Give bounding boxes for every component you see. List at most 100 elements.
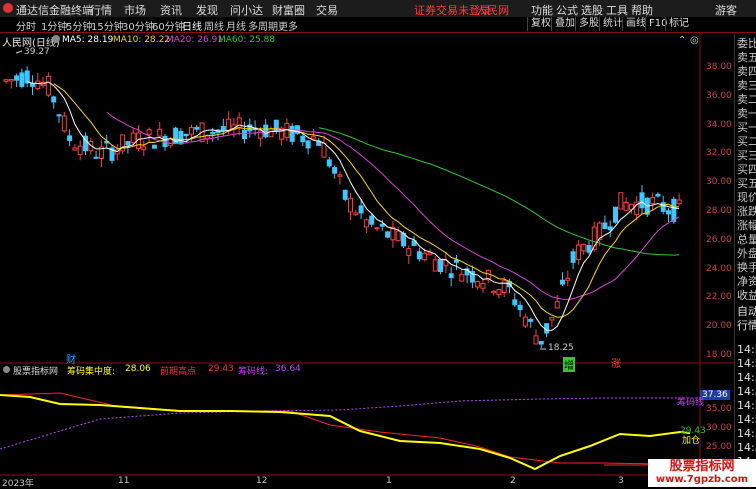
candle-body [178,130,184,145]
event-marker-zhang[interactable]: 涨 [611,355,621,370]
candle-body [544,323,550,334]
period-60min[interactable]: 60分钟 [152,18,185,33]
period-fenshi[interactable]: 分时 [16,18,36,33]
candle-body [575,244,581,261]
candle-body [427,252,433,256]
candle-body [326,159,332,167]
candle-body [72,147,78,151]
candle-body [263,124,269,138]
period-30min[interactable]: 30分钟 [122,18,155,33]
high-marker-line [15,50,23,54]
menu-gongju[interactable]: 工具 [606,2,628,18]
add-position-tag: 加仓 [682,436,701,446]
quote-side-panel: 委比 卖五 卖四 卖三 卖二 卖一 买一 买二 买三 买四 买五 现价 涨跌 涨幅 总量 外盘 换手 净资 收益 自动… [734,33,756,482]
duogu-button[interactable]: 多股 [575,17,602,31]
menu-bangzhu[interactable]: 帮助 [631,2,653,18]
candle-body [45,75,51,96]
candle-body [358,205,364,214]
concentration-label: 筹码集中度: [67,367,116,377]
diejia-button[interactable]: 叠加 [551,17,578,31]
candle-body [77,145,83,156]
y-tick: 26.00 [706,235,732,245]
period-monthly[interactable]: 月线 [226,18,246,33]
period-5min[interactable]: 5分钟 [66,18,92,33]
menu-wenxiaoda[interactable]: 问小达 [230,2,263,18]
settings-dot-icon[interactable] [52,35,60,43]
menu-zixun[interactable]: 资讯 [160,2,182,18]
guest-label[interactable]: 游客 [715,2,737,18]
candle-body [226,118,232,132]
candle-body [618,192,624,210]
period-1min[interactable]: 1分钟 [41,18,67,33]
candle-body [342,189,348,200]
indicator-name[interactable]: 股票指标网 [13,364,58,377]
side-panel-item: 行情 [737,319,756,332]
period-daily[interactable]: 日线 [182,18,202,33]
indicator-y-tick: 25.00 [706,442,732,452]
period-multi[interactable]: 多周期 [248,18,278,33]
candle-body [332,167,338,174]
candle-body [19,72,25,87]
candle-body [422,252,428,261]
candle-body [236,117,242,129]
candle-body [538,340,544,345]
y-tick: 18.00 [706,350,732,360]
menu-hangqing[interactable]: 行情 [90,2,112,18]
concentration-line [0,394,691,471]
ma20-label: MA20: 26.91 [166,35,224,45]
indicator-y-tick: 30.00 [706,423,732,433]
prev-high-value: 29.43 [208,364,234,374]
side-panel-item: 14:5 [737,427,756,440]
candle-body [141,146,147,151]
period-weekly[interactable]: 周线 [204,18,224,33]
side-panel-item: 14:5 [737,371,756,384]
side-panel-item: 14:5 [737,357,756,370]
candle-body [183,133,189,137]
prev-high-label: 前期高点 [160,367,197,377]
menu-caifuquan[interactable]: 财富圈 [272,2,305,18]
candle-body [56,114,62,117]
fuquan-button[interactable]: 复权 [527,17,554,31]
menu-xuangu[interactable]: 选股 [581,2,603,18]
menu-shichang[interactable]: 市场 [124,2,146,18]
menu-faxian[interactable]: 发现 [196,2,218,18]
candle-body [30,83,35,87]
x-tick: 11 [118,476,130,486]
period-more[interactable]: 更多 [278,18,298,33]
candle-body [517,304,523,311]
menu-gongshi[interactable]: 公式 [556,2,578,18]
candle-body [51,96,57,103]
candle-body [448,273,454,279]
chip-badge: 37.36 [700,390,730,400]
side-panel-item: 14:5 [737,413,756,426]
x-tick: 1 [386,476,392,486]
biaoji-button[interactable]: 标记 [665,17,692,31]
candle-body [650,197,656,204]
candle-body [406,248,412,257]
scroll-up-icon[interactable]: ⌃ [678,35,686,46]
concentration-value: 28.06 [125,364,151,374]
candle-body [3,79,9,82]
candle-body [549,316,555,321]
close-panel-icon[interactable]: ◎ [690,35,699,46]
y-tick: 22.00 [706,292,732,302]
candle-body [321,142,327,158]
ma5-line [27,81,680,331]
side-panel-item: 14:5 [737,343,756,356]
indicator-settings-icon[interactable] [3,366,10,373]
candle-body [24,70,30,84]
candle-body [8,78,14,82]
kline-chart[interactable] [0,33,734,478]
ma60-line [318,127,680,256]
ma10-label: MA10: 28.22 [113,35,171,45]
candle-body [491,290,497,294]
app-logo-icon [3,3,13,13]
candle-body [432,259,438,272]
menu-jiaoyi[interactable]: 交易 [316,2,338,18]
menu-gongneng[interactable]: 功能 [531,2,553,18]
candle-body [210,132,216,135]
candle-body [395,230,401,242]
period-15min[interactable]: 15分钟 [91,18,124,33]
candle-body [560,279,565,285]
event-marker-zeng[interactable]: 增 [563,357,575,372]
